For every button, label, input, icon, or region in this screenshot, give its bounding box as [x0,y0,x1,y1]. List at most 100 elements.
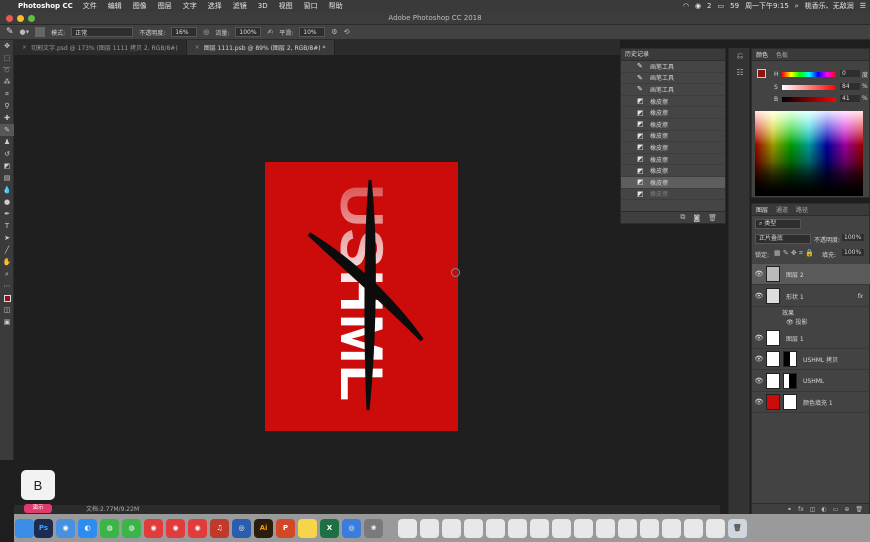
dock-app-qq[interactable]: ◐ [78,518,97,538]
trash-icon[interactable]: 🗑 [708,214,717,222]
dock-app-music[interactable]: ♫ [210,518,229,538]
dock-file-11[interactable] [618,518,637,538]
layer-name[interactable]: 颜色填充 1 [803,398,833,407]
dock-file-15[interactable] [706,518,725,538]
layer-row-color-fill[interactable]: 👁 颜色填充 1 [752,392,870,413]
history-item[interactable]: ◩ 橡皮擦 [621,119,725,131]
screen-mode-icon[interactable]: ▣ [0,316,14,328]
dock-file-6[interactable] [508,518,527,538]
properties-panel-icon[interactable]: ☷ [729,64,751,80]
s-value[interactable]: 84 [840,83,860,90]
camera-snapshot-icon[interactable]: ◙ [693,214,700,222]
dock-app-qq-2[interactable]: ◉ [144,518,163,538]
history-item-selected[interactable]: ◩ 橡皮擦 [621,176,725,189]
brush-tool-icon[interactable]: ✎ [0,124,14,136]
effects-label[interactable]: 效果 [782,308,794,317]
dock-app-qq-3[interactable]: ◉ [166,518,185,538]
tab-paths[interactable]: 路径 [796,205,808,214]
user-name[interactable]: 桃香乐、无敌润 [805,1,854,11]
new-layer-icon[interactable]: ⊕ [844,506,849,513]
layer-name[interactable]: 图层 1 [786,334,804,343]
close-tab-icon[interactable]: × [22,44,27,51]
layer-mask-thumbnail[interactable] [783,394,797,410]
line-tool-icon[interactable]: ╱ [0,244,14,256]
layer-row-ushml-copy[interactable]: 👁 USHML 拷贝 [752,349,870,370]
history-item[interactable]: ✎ 画笔工具 [621,61,725,73]
history-item[interactable]: ◩ 橡皮擦 [621,142,725,154]
foreground-color-swatch[interactable] [757,69,766,78]
eye-icon[interactable]: 👁 [752,334,766,342]
blend-mode-select[interactable]: 正片叠底 [755,234,811,244]
dock-file-2[interactable] [420,518,439,538]
history-item[interactable]: ◩ 橡皮擦 [621,107,725,119]
menu-list-icon[interactable]: ☰ [860,2,866,10]
history-panel-title[interactable]: 历史记录 [621,49,725,61]
eye-icon[interactable]: 👁 [786,319,794,326]
eye-icon[interactable]: 👁 [752,398,766,406]
layer-fill-field[interactable]: 100% [842,249,864,256]
dodge-tool-icon[interactable]: ● [0,196,14,208]
mask-icon[interactable]: ◫ [810,506,816,513]
close-tab-icon[interactable]: × [195,44,200,51]
pen-tool-icon[interactable]: ✒ [0,208,14,220]
lock-icons[interactable]: ▦ ✎ ✥ ⌗ 🔒 [774,249,814,258]
dock-file-5[interactable] [486,518,505,538]
history-brush-icon[interactable]: ↺ [0,148,14,160]
history-item[interactable]: ◩ 橡皮擦 [621,96,725,108]
layer-row-layer2[interactable]: 👁 图层 2 [752,264,870,285]
wifi-icon[interactable]: ◠ [683,2,689,10]
eye-icon[interactable]: 👁 [752,270,766,278]
layer-row-ushml[interactable]: 👁 USHML [752,371,870,392]
lasso-tool-icon[interactable]: ➰ [0,64,14,76]
dock-app-powerpoint[interactable]: P [276,518,295,538]
quick-mask-icon[interactable]: ◫ [0,304,14,316]
layer-opacity-field[interactable]: 100% [842,234,864,241]
dock-app-safari[interactable]: ◎ [232,518,251,538]
symmetry-icon[interactable]: ⟲ [344,28,350,36]
drop-shadow-effect[interactable]: 👁 投影 [786,317,808,326]
fx-icon[interactable]: fx [798,506,804,513]
link-icon[interactable]: ⚭ [787,506,792,513]
dock-file-9[interactable] [574,518,593,538]
marquee-tool-icon[interactable]: ⬚ [0,52,14,64]
dock-file-3[interactable] [442,518,461,538]
artboard[interactable]: USHML [265,162,458,431]
menu-help[interactable]: 帮助 [329,1,343,11]
gear-icon[interactable]: ⚙ [331,28,337,36]
menu-edit[interactable]: 编辑 [108,1,122,11]
opacity-field[interactable]: 16% [171,27,198,37]
layer-mask-thumbnail[interactable] [783,351,797,367]
menu-file[interactable]: 文件 [83,1,97,11]
brush-settings-icon[interactable] [35,27,46,37]
menu-window[interactable]: 窗口 [304,1,318,11]
menu-view[interactable]: 视图 [279,1,293,11]
history-item[interactable]: ✎ 画笔工具 [621,73,725,85]
eyedropper-tool-icon[interactable]: ⚲ [0,100,14,112]
layer-row-layer1[interactable]: 👁 图层 1 [752,328,870,349]
dock-app-notes[interactable] [298,518,317,538]
menu-select[interactable]: 选择 [208,1,222,11]
trash-icon[interactable]: 🗑 [855,506,863,513]
dock-file-1[interactable] [398,518,417,538]
more-tools-icon[interactable]: ⋯ [0,280,14,292]
dock-file-14[interactable] [684,518,703,538]
layer-name[interactable]: USHML 拷贝 [803,355,838,364]
h-value[interactable]: 0 [840,70,860,77]
quick-select-tool-icon[interactable]: ⁂ [0,76,14,88]
menu-filter[interactable]: 滤镜 [233,1,247,11]
dock-app-chrome[interactable]: ◉ [56,518,75,538]
type-tool-icon[interactable]: T [0,220,14,232]
layer-mask-thumbnail[interactable] [783,373,797,389]
brightness-slider[interactable] [782,97,836,102]
menu-layer[interactable]: 图层 [158,1,172,11]
zoom-tool-icon[interactable]: ⌕ [0,268,14,280]
battery-icon[interactable]: ▭ [718,2,725,10]
dock-file-10[interactable] [596,518,615,538]
layer-name[interactable]: 形状 1 [786,292,804,301]
healing-tool-icon[interactable]: ✚ [0,112,14,124]
folder-icon[interactable]: ▭ [833,506,839,513]
flow-field[interactable]: 100% [235,27,262,37]
airbrush-icon[interactable]: ✍ [267,28,273,36]
dock-file-12[interactable] [640,518,659,538]
clock[interactable]: 周一下午9:15 [745,1,789,11]
